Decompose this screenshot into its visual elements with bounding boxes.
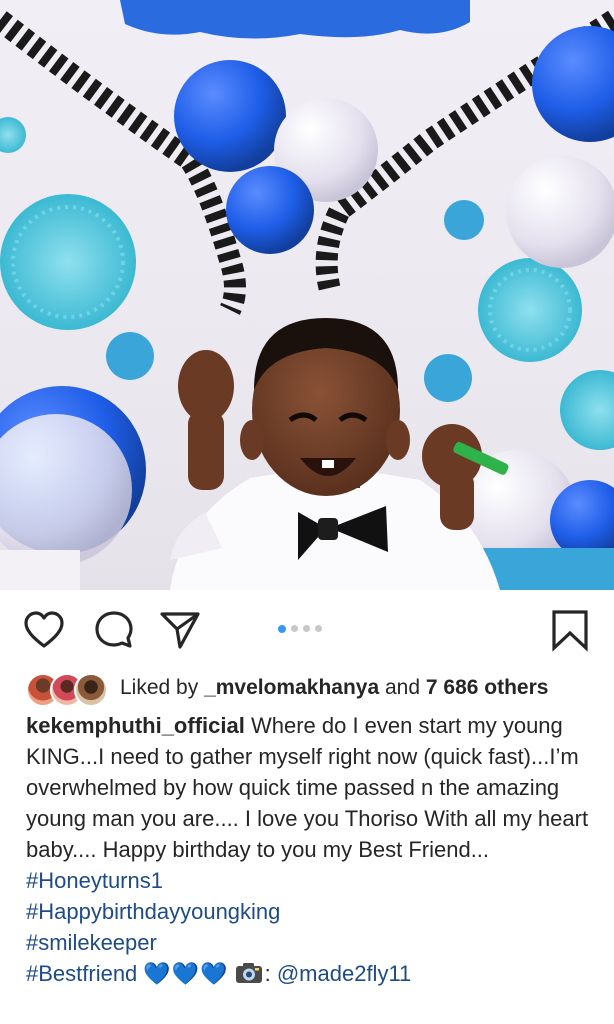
likes-middle: and	[379, 676, 426, 699]
paper-plane-icon[interactable]	[158, 608, 202, 652]
carousel-dot	[315, 625, 322, 632]
blue-hearts-emoji: 💙💙💙	[143, 961, 229, 986]
carousel-indicator	[278, 624, 322, 635]
caption-username[interactable]: kekemphuthi_official	[26, 713, 245, 738]
likes-row[interactable]: Liked by _mvelomakhanya and 7 686 others	[26, 670, 606, 707]
likes-summary: Liked by _mvelomakhanya and 7 686 others	[120, 676, 548, 700]
hashtag[interactable]: #Happybirthdayyoungking	[26, 896, 601, 927]
hashtag[interactable]: #Bestfriend	[26, 961, 137, 986]
caption-last-line: #Bestfriend 💙💙💙: @made2fly11	[26, 958, 601, 993]
liker-avatars	[26, 671, 108, 707]
camera-icon	[235, 961, 263, 993]
liker-username[interactable]: _mvelomakhanya	[204, 676, 379, 699]
likes-count[interactable]: 7 686 others	[426, 676, 549, 699]
birthday-photo-illustration	[0, 0, 614, 590]
post-caption: kekemphuthi_official Where do I even sta…	[26, 710, 601, 993]
likes-prefix: Liked by	[120, 676, 205, 699]
heart-outline-icon[interactable]	[22, 608, 66, 652]
post-photo[interactable]	[0, 0, 614, 590]
carousel-dot	[291, 625, 298, 632]
carousel-dot-active	[278, 624, 286, 633]
avatar	[74, 673, 108, 707]
hashtag[interactable]: #smilekeeper	[26, 927, 601, 958]
carousel-dot	[303, 625, 310, 632]
credit-mention[interactable]: @made2fly11	[277, 961, 411, 986]
hashtag[interactable]: #Honeyturns1	[26, 865, 601, 896]
credit-separator: :	[264, 961, 277, 986]
post-action-bar	[0, 590, 614, 670]
comment-bubble-icon[interactable]	[92, 608, 136, 652]
bookmark-outline-icon[interactable]	[548, 608, 592, 652]
